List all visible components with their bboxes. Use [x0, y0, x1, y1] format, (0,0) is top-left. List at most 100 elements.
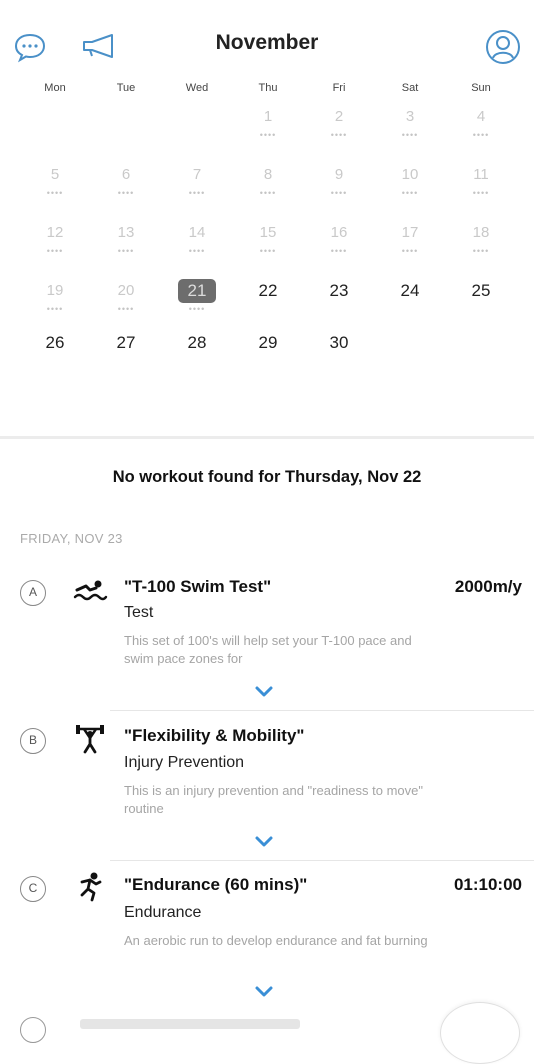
calendar-day[interactable]: 8 ••••: [238, 163, 298, 211]
calendar-day[interactable]: 5 ••••: [25, 163, 85, 211]
megaphone-icon[interactable]: [80, 32, 120, 60]
calendar-day[interactable]: 3 ••••: [380, 105, 440, 153]
day-workout-dots: ••••: [46, 304, 64, 314]
day-workout-dots: ••••: [472, 130, 490, 140]
calendar-day[interactable]: 10 ••••: [380, 163, 440, 211]
calendar-day-today[interactable]: 21 ••••: [167, 279, 227, 327]
day-number: 20: [117, 282, 135, 299]
calendar-day[interactable]: 11 ••••: [451, 163, 511, 211]
workout-type: Test: [124, 604, 154, 621]
calendar-day[interactable]: 18 ••••: [451, 221, 511, 269]
day-workout-dots: ••••: [259, 188, 277, 198]
chevron-down-icon[interactable]: [252, 834, 276, 850]
weekday-label: Thu: [258, 82, 278, 94]
day-number: 19: [46, 282, 64, 299]
calendar-day[interactable]: 30: [309, 331, 369, 379]
calendar-day[interactable]: 4 ••••: [451, 105, 511, 153]
day-number: 17: [401, 224, 419, 241]
day-number: 16: [330, 224, 348, 241]
workout-description: This set of 100's will help set your T-1…: [124, 633, 412, 666]
day-number: 9: [334, 166, 344, 183]
day-number: 5: [50, 166, 60, 183]
day-number: 14: [188, 224, 206, 241]
day-workout-dots: ••••: [401, 130, 419, 140]
workout-type: Endurance: [124, 904, 202, 921]
day-number: 21: [178, 279, 216, 303]
workout-badge: [20, 1017, 46, 1043]
day-workout-dots: ••••: [117, 304, 135, 314]
profile-icon[interactable]: [484, 28, 522, 66]
section-divider: [0, 436, 534, 439]
workout-badge: B: [20, 728, 46, 754]
day-workout-dots: ••••: [472, 246, 490, 256]
chevron-down-icon[interactable]: [252, 984, 276, 1000]
chevron-down-icon[interactable]: [252, 684, 276, 700]
calendar-day[interactable]: 25: [451, 279, 511, 327]
day-number: 8: [263, 166, 273, 183]
day-number: 13: [117, 224, 135, 241]
workout-title: "Endurance (60 mins)": [124, 875, 308, 894]
calendar-day[interactable]: 26: [25, 331, 85, 379]
day-number: 6: [121, 166, 131, 183]
calendar-day[interactable]: 6 ••••: [96, 163, 156, 211]
day-number: 27: [116, 333, 136, 352]
calendar-day[interactable]: 24: [380, 279, 440, 327]
calendar-day[interactable]: 17 ••••: [380, 221, 440, 269]
day-number: 18: [472, 224, 490, 241]
day-number: 2: [334, 108, 344, 125]
calendar-day[interactable]: 1 ••••: [238, 105, 298, 153]
calendar-day[interactable]: 12 ••••: [25, 221, 85, 269]
day-workout-dots: ••••: [46, 246, 64, 256]
calendar-day[interactable]: 9 ••••: [309, 163, 369, 211]
calendar-day[interactable]: 14 ••••: [167, 221, 227, 269]
calendar-day[interactable]: 19 ••••: [25, 279, 85, 327]
weekday-header: Mon Tue Wed Thu Fri Sat Sun: [20, 82, 520, 98]
calendar-day[interactable]: 29: [238, 331, 298, 379]
workout-item[interactable]: C "Endurance (60 mins)" 01:10:00 Enduran…: [0, 866, 534, 1006]
day-number: 4: [476, 108, 486, 125]
run-icon: [72, 870, 108, 902]
item-separator: [110, 710, 534, 711]
day-number: 11: [473, 166, 489, 183]
day-number: 1: [263, 108, 273, 125]
calendar-day[interactable]: 20 ••••: [96, 279, 156, 327]
calendar-day[interactable]: 16 ••••: [309, 221, 369, 269]
workout-item[interactable]: B "Flexibility & Mobility" Injury Preven…: [0, 716, 534, 861]
workout-type: Injury Prevention: [124, 754, 245, 771]
calendar-day[interactable]: 28: [167, 331, 227, 379]
calendar-day[interactable]: 13 ••••: [96, 221, 156, 269]
workout-description: This is an injury prevention and "readin…: [124, 783, 423, 816]
calendar-day[interactable]: 27: [96, 331, 156, 379]
weekday-label: Tue: [116, 82, 136, 94]
day-workout-dots: ••••: [117, 188, 135, 198]
calendar-day[interactable]: 7 ••••: [167, 163, 227, 211]
calendar-grid: 1 •••• 2 •••• 3 •••• 4 •••• 5 •••• 6 •••• 7 •••• 8 ••••…: [20, 105, 520, 365]
day-workout-dots: ••••: [401, 246, 419, 256]
day-workout-dots: ••••: [259, 246, 277, 256]
day-workout-dots: ••••: [117, 246, 135, 256]
day-workout-dots: ••••: [330, 246, 348, 256]
day-number: 25: [471, 281, 491, 300]
calendar-day[interactable]: 23: [309, 279, 369, 327]
calendar-day[interactable]: 2 ••••: [309, 105, 369, 153]
top-bar: November: [0, 0, 534, 90]
workout-item[interactable]: A "T-100 Swim Test" 2000m/y Test This se…: [0, 566, 534, 711]
calendar-day[interactable]: 22: [238, 279, 298, 327]
day-number: 24: [400, 281, 420, 300]
swim-icon: [72, 576, 108, 606]
day-workout-dots: ••••: [330, 188, 348, 198]
workout-value: 2000m/y: [454, 577, 522, 596]
item-separator: [110, 860, 534, 861]
workout-badge: A: [20, 580, 46, 606]
workout-title: "Flexibility & Mobility": [124, 726, 305, 745]
workout-title: "T-100 Swim Test": [124, 577, 272, 596]
calendar-day[interactable]: 15 ••••: [238, 221, 298, 269]
day-section-header: FRIDAY, NOV 23: [20, 531, 123, 546]
add-button[interactable]: [440, 1002, 520, 1064]
workout-badge: C: [20, 876, 46, 902]
day-number: 29: [258, 333, 278, 352]
day-workout-dots: ••••: [188, 246, 206, 256]
chat-bubble-icon[interactable]: [12, 30, 48, 64]
weekday-label: Fri: [332, 82, 346, 94]
day-number: 15: [259, 224, 277, 241]
